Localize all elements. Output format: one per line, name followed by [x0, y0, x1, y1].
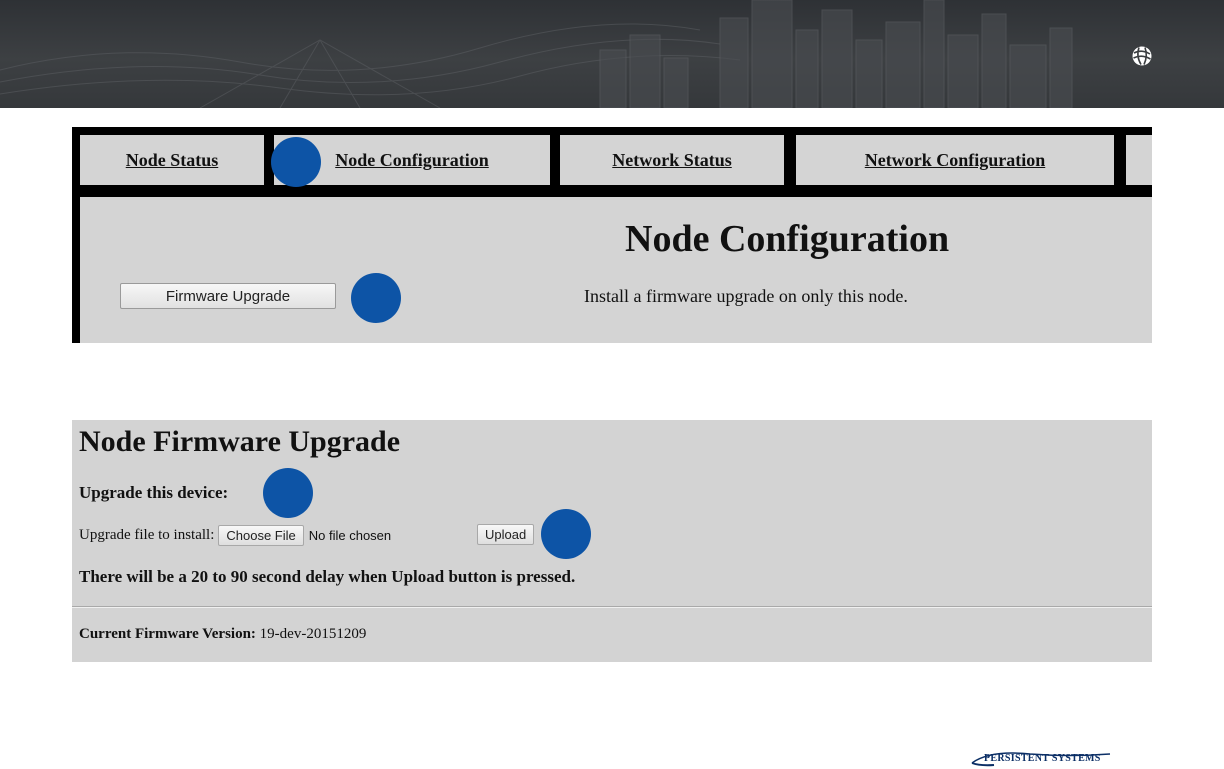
firmware-version-value: 19-dev-20151209 — [259, 626, 367, 642]
tab-network-status[interactable]: Network Status — [560, 135, 784, 185]
persistent-systems-logo: PERSISTENT SYSTEMS — [970, 751, 1112, 769]
header-banner — [0, 0, 1224, 108]
page-title: Node Configuration — [625, 218, 950, 260]
file-upload-row: Upgrade file to install: Choose File No … — [79, 524, 391, 546]
current-firmware-version: Current Firmware Version: 19-dev-2015120… — [79, 626, 366, 643]
firmware-upgrade-button[interactable]: Firmware Upgrade — [120, 283, 336, 309]
file-input-label: Upgrade file to install: — [79, 526, 215, 543]
tab-more[interactable] — [1126, 135, 1152, 185]
callout-marker-node-configuration-tab — [271, 137, 321, 187]
tab-node-status[interactable]: Node Status — [80, 135, 264, 185]
node-configuration-content: Node Configuration Firmware Upgrade Inst… — [80, 197, 1152, 343]
firmware-upgrade-description: Install a firmware upgrade on only this … — [584, 286, 908, 306]
callout-marker-firmware-upgrade-button — [351, 273, 401, 323]
firmware-version-label: Current Firmware Version: — [79, 626, 256, 642]
choose-file-button[interactable]: Choose File — [218, 524, 304, 546]
upload-button[interactable]: Upload — [477, 524, 535, 545]
callout-marker-upload-button — [541, 509, 591, 559]
node-navigation-panel: Node Status Node Configuration Network S… — [72, 127, 1152, 343]
upload-delay-note: There will be a 20 to 90 second delay wh… — [79, 567, 576, 586]
firmware-page-title: Node Firmware Upgrade — [79, 425, 401, 458]
brand-name: PERSISTENT SYSTEMS — [984, 753, 1101, 764]
persistent-systems-globe-icon — [1132, 46, 1152, 66]
firmware-upgrade-panel: Node Firmware Upgrade Upgrade this devic… — [72, 420, 1152, 662]
no-file-chosen-text: No file chosen — [308, 527, 392, 543]
divider — [72, 606, 1152, 608]
tab-network-configuration[interactable]: Network Configuration — [796, 135, 1114, 185]
city-skyline-graphic — [0, 0, 1073, 108]
callout-marker-upgrade-device — [263, 468, 313, 518]
upgrade-device-heading: Upgrade this device: — [79, 483, 229, 502]
